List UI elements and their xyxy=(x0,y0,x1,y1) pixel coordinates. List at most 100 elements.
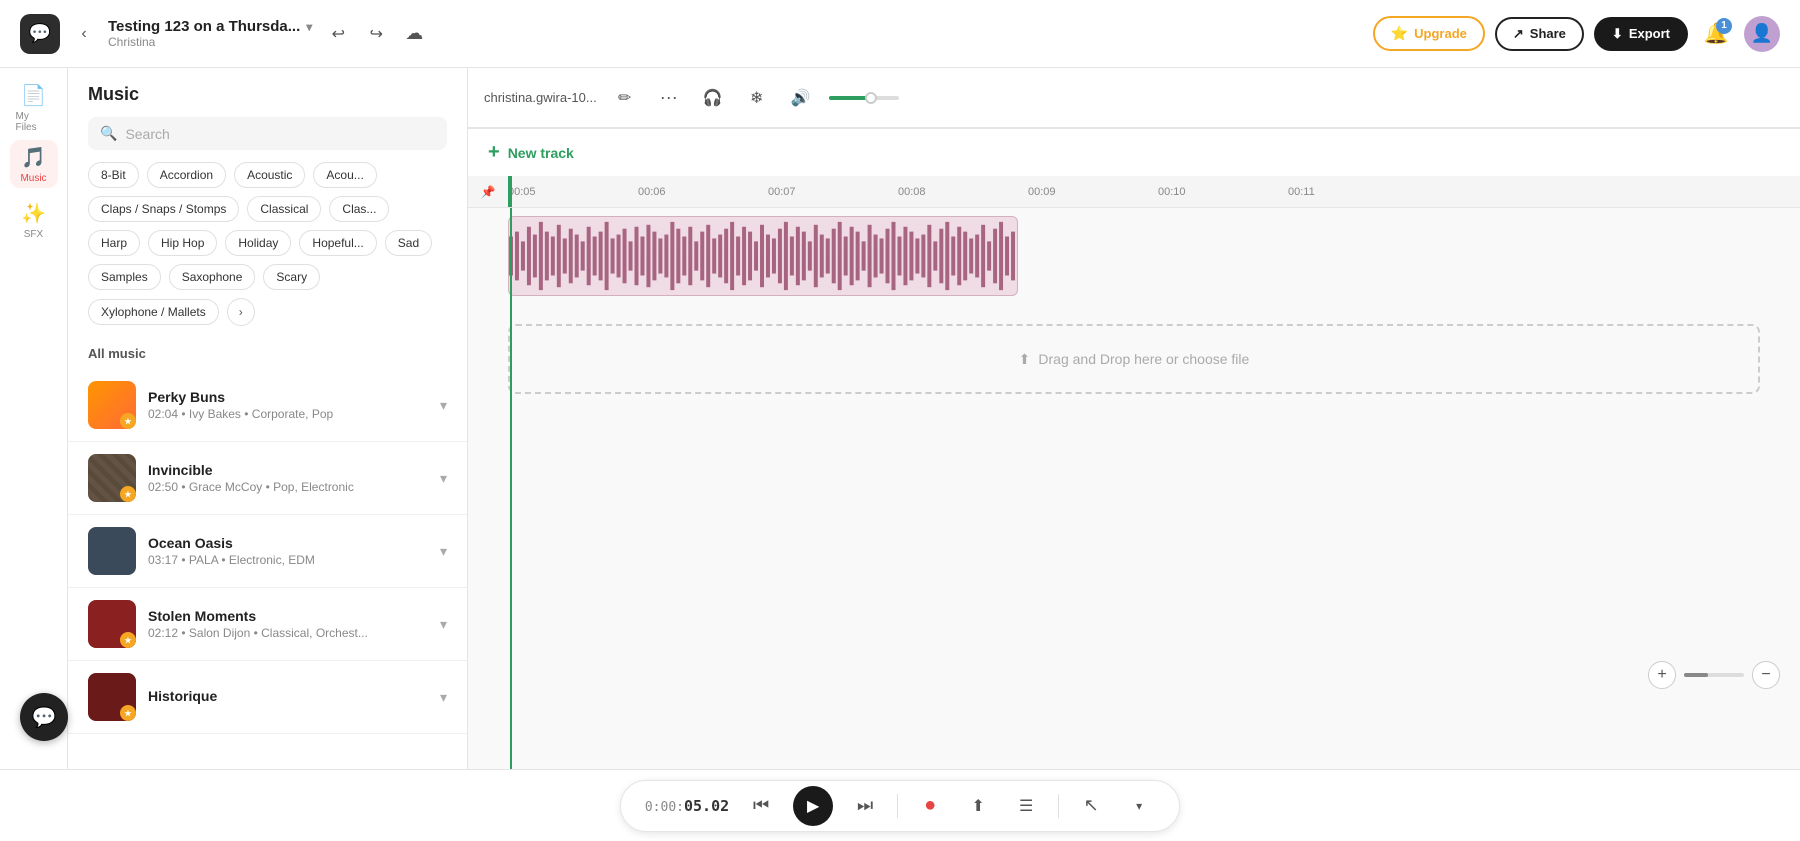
tag-holiday[interactable]: Holiday xyxy=(225,230,291,256)
mixer-button[interactable]: ☰ xyxy=(1010,790,1042,822)
cloud-save-button[interactable]: ☁ xyxy=(398,18,430,50)
tag-scary[interactable]: Scary xyxy=(263,264,320,290)
sidebar-item-music[interactable]: 🎵 Music xyxy=(10,140,58,188)
zoom-in-button[interactable]: + xyxy=(1648,661,1676,689)
rewind-button[interactable]: ⏮ xyxy=(745,790,777,822)
sidebar-item-label-sfx: SFX xyxy=(24,229,43,240)
waveform-block[interactable] xyxy=(508,216,1018,296)
all-music-header: All music xyxy=(68,338,467,369)
icon-sidebar: 📄 My Files 🎵 Music ✨ SFX xyxy=(0,68,68,769)
list-item[interactable]: ★ Perky Buns 02:04 • Ivy Bakes • Corpora… xyxy=(68,369,467,442)
track-info-ocean-oasis: Ocean Oasis 03:17 • PALA • Electronic, E… xyxy=(148,535,428,567)
track-chevron[interactable]: ▾ xyxy=(440,543,447,560)
play-button[interactable]: ▶ xyxy=(793,786,833,826)
waveform-svg xyxy=(509,217,1017,295)
upgrade-icon: ⭐ xyxy=(1391,25,1408,42)
app-logo: 💬 xyxy=(20,14,60,54)
project-title: Testing 123 on a Thursda... ▾ xyxy=(108,18,312,35)
track-name: Ocean Oasis xyxy=(148,535,428,551)
back-button[interactable]: ‹ xyxy=(70,20,98,48)
playhead-vertical xyxy=(510,208,512,769)
more-button[interactable]: ▾ xyxy=(1123,790,1155,822)
sidebar-item-sfx[interactable]: ✨ SFX xyxy=(10,196,58,244)
upgrade-button[interactable]: ⭐ Upgrade xyxy=(1373,16,1485,51)
project-info: Testing 123 on a Thursda... ▾ Christina xyxy=(108,18,312,49)
pin-icon[interactable]: 📌 xyxy=(478,182,498,202)
tag-sad[interactable]: Sad xyxy=(385,230,432,256)
new-track-plus-icon: + xyxy=(488,141,500,164)
track-name-label: christina.gwira-10... xyxy=(484,90,597,105)
export-button[interactable]: ⬇ Export xyxy=(1594,17,1688,51)
tag-harp[interactable]: Harp xyxy=(88,230,140,256)
share-icon: ↗ xyxy=(1513,26,1524,42)
track-options-button[interactable]: ··· xyxy=(653,82,685,114)
tag-acoustic[interactable]: Acoustic xyxy=(234,162,305,188)
tags-arrow-right[interactable]: › xyxy=(227,298,255,326)
tag-hiphop[interactable]: Hip Hop xyxy=(148,230,217,256)
project-dropdown-icon[interactable]: ▾ xyxy=(306,20,312,34)
track-meta: 03:17 • PALA • Electronic, EDM xyxy=(148,553,428,567)
volume-icon: 🔊 xyxy=(785,82,817,114)
player-time-prefix: 0:00:05.02 xyxy=(645,797,729,815)
sidebar-item-label-my-files: My Files xyxy=(16,111,52,133)
volume-slider[interactable] xyxy=(829,96,899,100)
tag-hopeful[interactable]: Hopeful... xyxy=(299,230,376,256)
drop-zone[interactable]: ⬆ Drag and Drop here or choose file xyxy=(508,324,1760,394)
track-chevron[interactable]: ▾ xyxy=(440,616,447,633)
share-button[interactable]: ↗ Share xyxy=(1495,17,1584,51)
track-info-invincible: Invincible 02:50 • Grace McCoy • Pop, El… xyxy=(148,462,428,494)
list-item[interactable]: Ocean Oasis 03:17 • PALA • Electronic, E… xyxy=(68,515,467,588)
sidebar-item-label-music: Music xyxy=(20,173,46,184)
cursor-button[interactable]: ↖ xyxy=(1075,790,1107,822)
track-thumbnail-ocean-oasis xyxy=(88,527,136,575)
track-chevron[interactable]: ▾ xyxy=(440,470,447,487)
list-item[interactable]: ★ Historique ▾ xyxy=(68,661,467,734)
upload-button[interactable]: ⬆ xyxy=(962,790,994,822)
export-icon: ⬇ xyxy=(1612,26,1623,42)
new-track-label: New track xyxy=(508,145,574,161)
tag-acoustic2[interactable]: Acou... xyxy=(313,162,376,188)
tag-classical2[interactable]: Clas... xyxy=(329,196,389,222)
tag-classical[interactable]: Classical xyxy=(247,196,321,222)
notification-button[interactable]: 🔔 1 xyxy=(1698,16,1734,52)
music-panel-header: Music 🔍 xyxy=(68,68,467,162)
headphones-button[interactable]: 🎧 xyxy=(697,82,729,114)
track-name: Stolen Moments xyxy=(148,608,428,624)
list-item[interactable]: ★ Invincible 02:50 • Grace McCoy • Pop, … xyxy=(68,442,467,515)
user-avatar[interactable]: 👤 xyxy=(1744,16,1780,52)
list-item[interactable]: ★ Stolen Moments 02:12 • Salon Dijon • C… xyxy=(68,588,467,661)
player-divider xyxy=(897,794,898,818)
freeze-button[interactable]: ❄ xyxy=(741,82,773,114)
sfx-icon: ✨ xyxy=(21,201,46,226)
undo-button[interactable]: ↩ xyxy=(322,18,354,50)
waveform-area: ⬆ Drag and Drop here or choose file xyxy=(468,208,1800,769)
zoom-slider[interactable] xyxy=(1684,673,1744,677)
track-chevron[interactable]: ▾ xyxy=(440,689,447,706)
new-track-button[interactable]: + New track xyxy=(468,128,1800,176)
tick-1: 00:05 xyxy=(508,186,638,198)
tag-claps[interactable]: Claps / Snaps / Stomps xyxy=(88,196,239,222)
record-button[interactable]: ● xyxy=(914,790,946,822)
search-bar: 🔍 xyxy=(88,117,447,150)
tag-samples[interactable]: Samples xyxy=(88,264,161,290)
track-chevron[interactable]: ▾ xyxy=(440,397,447,414)
track-edit-button[interactable]: ✏ xyxy=(609,82,641,114)
sidebar-item-my-files[interactable]: 📄 My Files xyxy=(10,84,58,132)
thumb-badge: ★ xyxy=(120,486,136,502)
zoom-out-button[interactable]: − xyxy=(1752,661,1780,689)
chat-button[interactable]: 💬 xyxy=(20,693,68,741)
search-input[interactable] xyxy=(125,126,435,142)
track-thumbnail-stolen-moments: ★ xyxy=(88,600,136,648)
tag-saxophone[interactable]: Saxophone xyxy=(169,264,256,290)
track-info-stolen-moments: Stolen Moments 02:12 • Salon Dijon • Cla… xyxy=(148,608,428,640)
notification-badge: 1 xyxy=(1716,18,1732,34)
tag-8bit[interactable]: 8-Bit xyxy=(88,162,139,188)
tick-6: 00:10 xyxy=(1158,186,1288,198)
fast-forward-button[interactable]: ⏭ xyxy=(849,790,881,822)
redo-button[interactable]: ↪ xyxy=(360,18,392,50)
timeline-ticks: 00:05 00:06 00:07 00:08 00:09 00:10 00:1… xyxy=(468,186,1418,198)
tag-accordion[interactable]: Accordion xyxy=(147,162,226,188)
tag-xylophone[interactable]: Xylophone / Mallets xyxy=(88,299,219,325)
project-user: Christina xyxy=(108,35,312,49)
search-icon: 🔍 xyxy=(100,125,117,142)
